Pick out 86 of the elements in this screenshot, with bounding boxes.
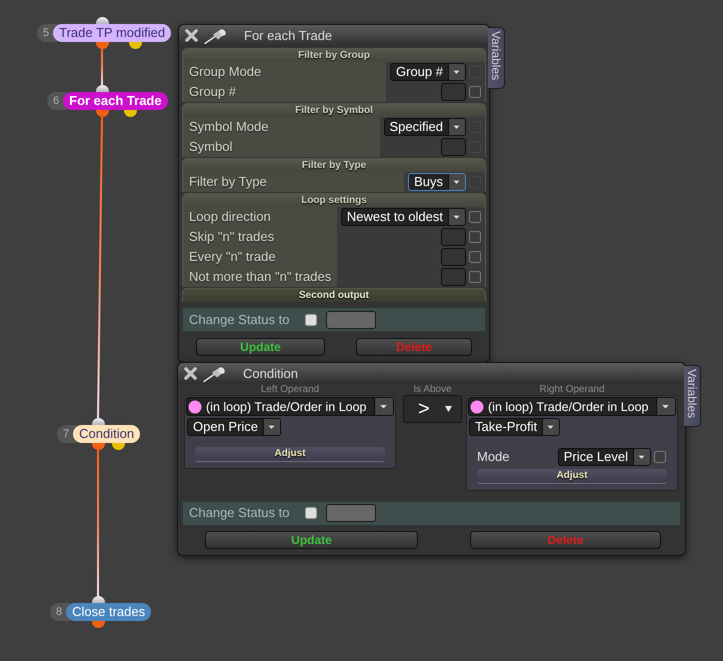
dropdown[interactable]: (in loop) Trade/Order in Loop: [468, 397, 676, 416]
input-field[interactable]: [441, 268, 466, 286]
node-title[interactable]: Close trades: [66, 603, 152, 621]
input-field[interactable]: [326, 310, 376, 328]
dot-icon: [470, 400, 484, 414]
section-heading: Filter by Type: [183, 159, 485, 172]
close-icon[interactable]: [183, 366, 198, 381]
update-button[interactable]: Update: [196, 338, 325, 356]
caret-icon[interactable]: [263, 419, 280, 435]
node-title[interactable]: Trade TP modified: [53, 24, 172, 42]
dropdown[interactable]: Open Price: [187, 418, 282, 436]
column-heading: Is Above: [412, 384, 453, 395]
field-label: Skip "n" trades: [183, 227, 337, 247]
caret-icon[interactable]: [448, 64, 465, 80]
input-port-icon[interactable]: [96, 85, 109, 92]
caret-icon[interactable]: [633, 448, 650, 465]
input-port-icon[interactable]: [96, 17, 109, 24]
field-label: Mode: [477, 448, 510, 466]
checkbox[interactable]: [469, 86, 481, 98]
output-port-icon[interactable]: [92, 621, 105, 628]
operator-dropdown[interactable]: >: [403, 395, 462, 423]
dropdown[interactable]: Buys: [408, 173, 466, 191]
caret-icon[interactable]: [542, 419, 560, 435]
variables-tab[interactable]: Variables: [488, 27, 505, 89]
caret-icon: [445, 406, 452, 412]
input-port-icon[interactable]: [92, 418, 105, 425]
dropdown[interactable]: Price Level: [558, 448, 651, 466]
secondary-port-icon[interactable]: [129, 42, 142, 49]
input-field[interactable]: [441, 138, 466, 156]
output-port-icon[interactable]: [96, 110, 109, 117]
window-title: For each Trade: [244, 26, 332, 45]
checkbox[interactable]: [654, 450, 666, 463]
input-field[interactable]: [441, 228, 466, 246]
section-heading: Second output: [182, 288, 486, 302]
field-label: Not more than "n" trades: [183, 267, 337, 287]
field-label: Group Mode: [183, 62, 386, 82]
input-field[interactable]: [326, 504, 376, 522]
title-bar[interactable]: For each Trade: [179, 25, 489, 46]
dropdown[interactable]: Newest to oldest: [340, 208, 466, 226]
node-title[interactable]: For each Trade: [63, 92, 168, 110]
field-label: Loop direction: [183, 207, 337, 227]
caret-icon[interactable]: [448, 209, 465, 225]
status-label: Change Status to: [189, 504, 290, 522]
output-port-icon[interactable]: [92, 443, 105, 450]
field-label: Symbol: [183, 137, 380, 157]
caret-icon[interactable]: [656, 398, 675, 415]
field-label: Symbol Mode: [183, 117, 380, 137]
update-button[interactable]: Update: [205, 530, 418, 548]
dot-icon: [188, 400, 202, 414]
section-heading: Loop settings: [183, 194, 485, 207]
secondary-port-icon[interactable]: [124, 110, 137, 117]
window-title: Condition: [243, 364, 298, 383]
input-field[interactable]: [441, 248, 466, 266]
checkbox[interactable]: [305, 314, 318, 326]
checkbox[interactable]: [469, 211, 481, 223]
field-label: Group #: [183, 82, 386, 102]
dropdown[interactable]: Specified: [384, 118, 466, 136]
secondary-port-icon[interactable]: [112, 443, 125, 450]
caret-icon[interactable]: [448, 119, 465, 135]
dropdown[interactable]: (in loop) Trade/Order in Loop: [186, 397, 394, 416]
column-heading: Right Operand: [538, 384, 606, 395]
field-label: Every "n" trade: [183, 247, 337, 267]
title-bar[interactable]: Condition: [178, 363, 685, 384]
dropdown[interactable]: Group #: [390, 63, 466, 81]
dropdown[interactable]: Take-Profit: [469, 418, 560, 436]
field-label: Filter by Type: [183, 172, 404, 192]
section-heading: Filter by Group: [183, 49, 485, 62]
column-heading: Left Operand: [260, 384, 320, 395]
variables-tab[interactable]: Variables: [684, 365, 701, 427]
pin-icon[interactable]: [203, 366, 227, 382]
checkbox[interactable]: [469, 231, 481, 243]
caret-icon[interactable]: [448, 174, 465, 190]
node-title[interactable]: Condition: [73, 425, 140, 443]
output-port-icon[interactable]: [96, 42, 109, 49]
status-label: Change Status to: [189, 310, 290, 329]
pin-icon[interactable]: [204, 28, 228, 44]
section-heading: Filter by Symbol: [183, 104, 485, 117]
checkbox[interactable]: [305, 507, 318, 519]
adjust-button[interactable]: Adjust: [477, 468, 667, 484]
adjust-button[interactable]: Adjust: [195, 447, 385, 462]
checkbox[interactable]: [469, 271, 481, 283]
close-icon[interactable]: [184, 28, 199, 43]
input-field[interactable]: [441, 83, 466, 101]
input-port-icon[interactable]: [92, 596, 105, 603]
caret-icon[interactable]: [374, 398, 393, 415]
checkbox[interactable]: [469, 251, 481, 263]
